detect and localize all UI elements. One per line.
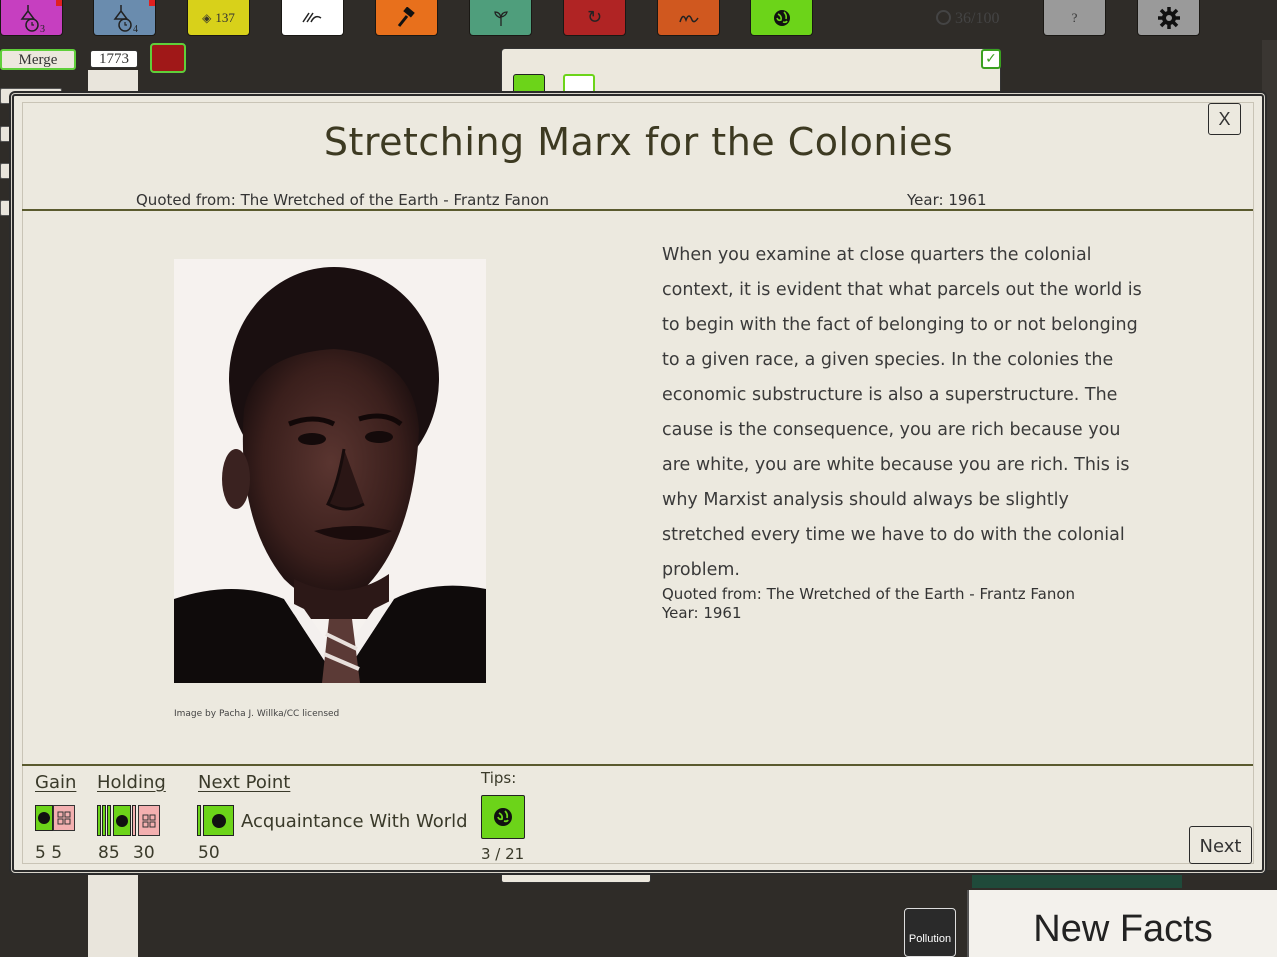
world-resource-icon bbox=[203, 805, 234, 836]
settings-button[interactable] bbox=[1137, 0, 1200, 36]
resource-count-button[interactable]: ◈ 137 bbox=[187, 0, 250, 36]
right-side-panel bbox=[1262, 40, 1277, 870]
hammer-button[interactable] bbox=[375, 0, 438, 36]
merge-button[interactable]: Merge bbox=[0, 49, 76, 70]
gain-values: 5 5 bbox=[35, 843, 63, 863]
stack-marker bbox=[97, 805, 101, 836]
knowledge-resource-icon bbox=[53, 805, 75, 831]
next-button[interactable]: Next bbox=[1189, 826, 1252, 864]
turn-progress-value: 36/100 bbox=[955, 10, 1000, 27]
red-card-tile[interactable] bbox=[150, 43, 186, 73]
stack-marker bbox=[102, 805, 106, 836]
minimap-strip bbox=[972, 872, 1182, 888]
globe-icon bbox=[494, 808, 512, 826]
clock-icon bbox=[936, 10, 951, 25]
pollution-button[interactable]: Pollution bbox=[904, 908, 956, 957]
knowledge-resource-icon bbox=[138, 805, 160, 836]
help-icon: ? bbox=[1071, 9, 1078, 25]
top-toolbar: 3 4 ◈ 137 ↻ 36/100 ? bbox=[0, 0, 1277, 38]
holding-world-value: 85 bbox=[98, 843, 120, 863]
checkbox-checked-icon[interactable]: ✓ bbox=[981, 49, 1001, 69]
year-header: Year: 1961 bbox=[907, 191, 987, 209]
quoted-from-header: Quoted from: The Wretched of the Earth -… bbox=[136, 191, 550, 209]
gain-heading: Gain bbox=[35, 772, 77, 793]
tip-world-tile[interactable] bbox=[481, 795, 525, 839]
next-point-value: 50 bbox=[198, 843, 220, 863]
research-a-count: 3 bbox=[40, 24, 45, 33]
flask-clock-icon: 3 bbox=[20, 4, 45, 33]
next-point-heading: Next Point bbox=[198, 772, 291, 793]
image-credit: Image by Pacha J. Willka/CC licensed bbox=[174, 709, 340, 719]
new-facts-panel[interactable]: New Facts bbox=[967, 890, 1277, 957]
research-b-count: 4 bbox=[133, 24, 138, 33]
stack-marker bbox=[132, 805, 136, 836]
help-button[interactable]: ? bbox=[1043, 0, 1106, 36]
stack-marker bbox=[197, 805, 201, 836]
holding-heading: Holding bbox=[97, 772, 166, 793]
gear-icon bbox=[1157, 6, 1180, 29]
world-resource-icon bbox=[35, 805, 53, 831]
plant-button[interactable] bbox=[469, 0, 532, 36]
quote-body: When you examine at close quarters the c… bbox=[662, 245, 1142, 580]
next-point-name: Acquaintance With World bbox=[241, 811, 468, 832]
footer-divider bbox=[22, 764, 1253, 766]
turn-progress: 36/100 bbox=[936, 10, 999, 28]
dialog-title: Stretching Marx for the Colonies bbox=[323, 120, 954, 164]
resource-count: 137 bbox=[215, 9, 235, 25]
tips-counter: 3 / 21 bbox=[481, 845, 525, 863]
author-portrait bbox=[174, 259, 486, 683]
stack-marker bbox=[107, 805, 111, 836]
world-resource-icon bbox=[113, 805, 131, 836]
research-a-button[interactable]: 3 bbox=[0, 0, 63, 36]
writing-button[interactable] bbox=[281, 0, 344, 36]
script-icon bbox=[678, 14, 699, 22]
quote-source-year: Year: 1961 bbox=[662, 604, 742, 622]
holding-knowledge-value: 30 bbox=[133, 843, 155, 863]
research-b-button[interactable]: 4 bbox=[93, 0, 156, 36]
flask-clock-icon: 4 bbox=[113, 4, 138, 33]
cycle-button[interactable]: ↻ bbox=[563, 0, 626, 36]
script-button[interactable] bbox=[657, 0, 720, 36]
quote-source: Quoted from: The Wretched of the Earth -… bbox=[662, 585, 1075, 623]
diamond-icon: ◈ bbox=[202, 10, 212, 25]
handwriting-icon bbox=[301, 12, 321, 22]
quote-source-title: Quoted from: The Wretched of the Earth -… bbox=[662, 585, 1076, 603]
cycle-icon: ↻ bbox=[586, 7, 603, 28]
hammer-icon bbox=[397, 6, 415, 27]
sprout-icon bbox=[493, 10, 508, 26]
year-display: 1773 bbox=[90, 50, 138, 68]
globe-icon bbox=[773, 9, 790, 26]
header-divider bbox=[22, 209, 1253, 211]
world-button[interactable] bbox=[750, 0, 813, 36]
tips-heading: Tips: bbox=[481, 769, 517, 787]
